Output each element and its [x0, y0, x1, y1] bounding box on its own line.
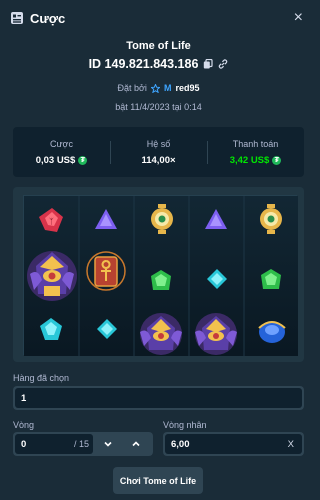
rounds-label: Vòng: [13, 420, 35, 430]
multiplier-field[interactable]: 6,00 X: [163, 432, 304, 456]
usdt-coin-icon: [78, 155, 88, 165]
multiplier-amount: 114,00×: [141, 154, 176, 166]
pharaoh-medium-icon: [140, 313, 182, 355]
close-icon[interactable]: ×: [294, 9, 303, 27]
stat-multiplier: Hệ số 114,00×: [110, 139, 207, 166]
rounds-increase-button[interactable]: [121, 432, 151, 456]
reels-area: ᛉ: [23, 195, 298, 356]
placed-by-row: Đặt bởi M red95: [0, 83, 317, 93]
blue-orb-icon: [258, 321, 286, 343]
multiplier-label: Vòng nhân: [163, 420, 207, 430]
stat-label: Hệ số: [146, 138, 171, 149]
link-icon[interactable]: [218, 59, 228, 69]
stat-value: 0,03 US$: [13, 155, 110, 166]
vip-level: M: [163, 83, 172, 93]
stat-label: Cược: [50, 138, 73, 149]
selected-rows-label: Hàng đã chọn: [13, 373, 70, 383]
stat-bet: Cược 0,03 US$: [13, 139, 110, 166]
stat-payout: Thanh toán 3,42 US$: [207, 139, 304, 166]
bet-stats-panel: Cược 0,03 US$ Hệ số 114,00× Thanh toán 3…: [13, 127, 304, 177]
stat-value: 114,00×: [110, 155, 207, 166]
bet-timestamp: bật 11/4/2023 tại 0:14: [115, 102, 202, 112]
svg-text:ᛉ: ᛉ: [49, 217, 54, 226]
multiplier-input[interactable]: 6,00 X: [165, 434, 302, 454]
game-name[interactable]: Tome of Life: [0, 40, 317, 52]
multiplier-value: 6,00: [171, 438, 190, 450]
rounds-value: 0: [21, 438, 27, 450]
copy-icon[interactable]: [203, 59, 214, 69]
stat-label: Thanh toán: [232, 138, 279, 149]
selected-rows-field[interactable]: 1: [13, 386, 304, 410]
bet-id: ID 149.821.843.186: [88, 57, 199, 71]
chevron-up-icon: [132, 441, 140, 447]
placed-by-label: Đặt bởi: [117, 83, 147, 93]
modal-title: Cược: [30, 10, 66, 26]
stat-value: 3,42 US$: [207, 155, 304, 166]
vip-star-icon: [150, 83, 160, 93]
bet-id-row: ID 149.821.843.186: [0, 56, 317, 72]
reels-svg: ᛉ: [24, 196, 298, 356]
bet-amount: 0,03 US$: [35, 154, 76, 166]
receipt-icon: [11, 12, 23, 24]
rounds-input[interactable]: 0 / 15: [15, 434, 93, 454]
rounds-field[interactable]: 0 / 15: [13, 432, 153, 456]
slot-board: ᛉ: [13, 187, 304, 362]
selected-rows-value[interactable]: 1: [15, 388, 302, 408]
username[interactable]: red95: [175, 83, 199, 93]
payout-amount: 3,42 US$: [229, 154, 270, 166]
play-game-button[interactable]: Chơi Tome of Life: [113, 467, 203, 494]
rounds-total: / 15: [73, 439, 89, 449]
modal-header: Cược ×: [0, 0, 317, 36]
rounds-decrease-button[interactable]: [93, 432, 123, 456]
usdt-coin-icon: [272, 155, 282, 165]
pharaoh-big-icon: [27, 251, 77, 301]
multiplier-suffix: X: [287, 438, 294, 450]
pharaoh-medium-icon: [195, 313, 237, 355]
chevron-down-icon: [104, 441, 112, 447]
